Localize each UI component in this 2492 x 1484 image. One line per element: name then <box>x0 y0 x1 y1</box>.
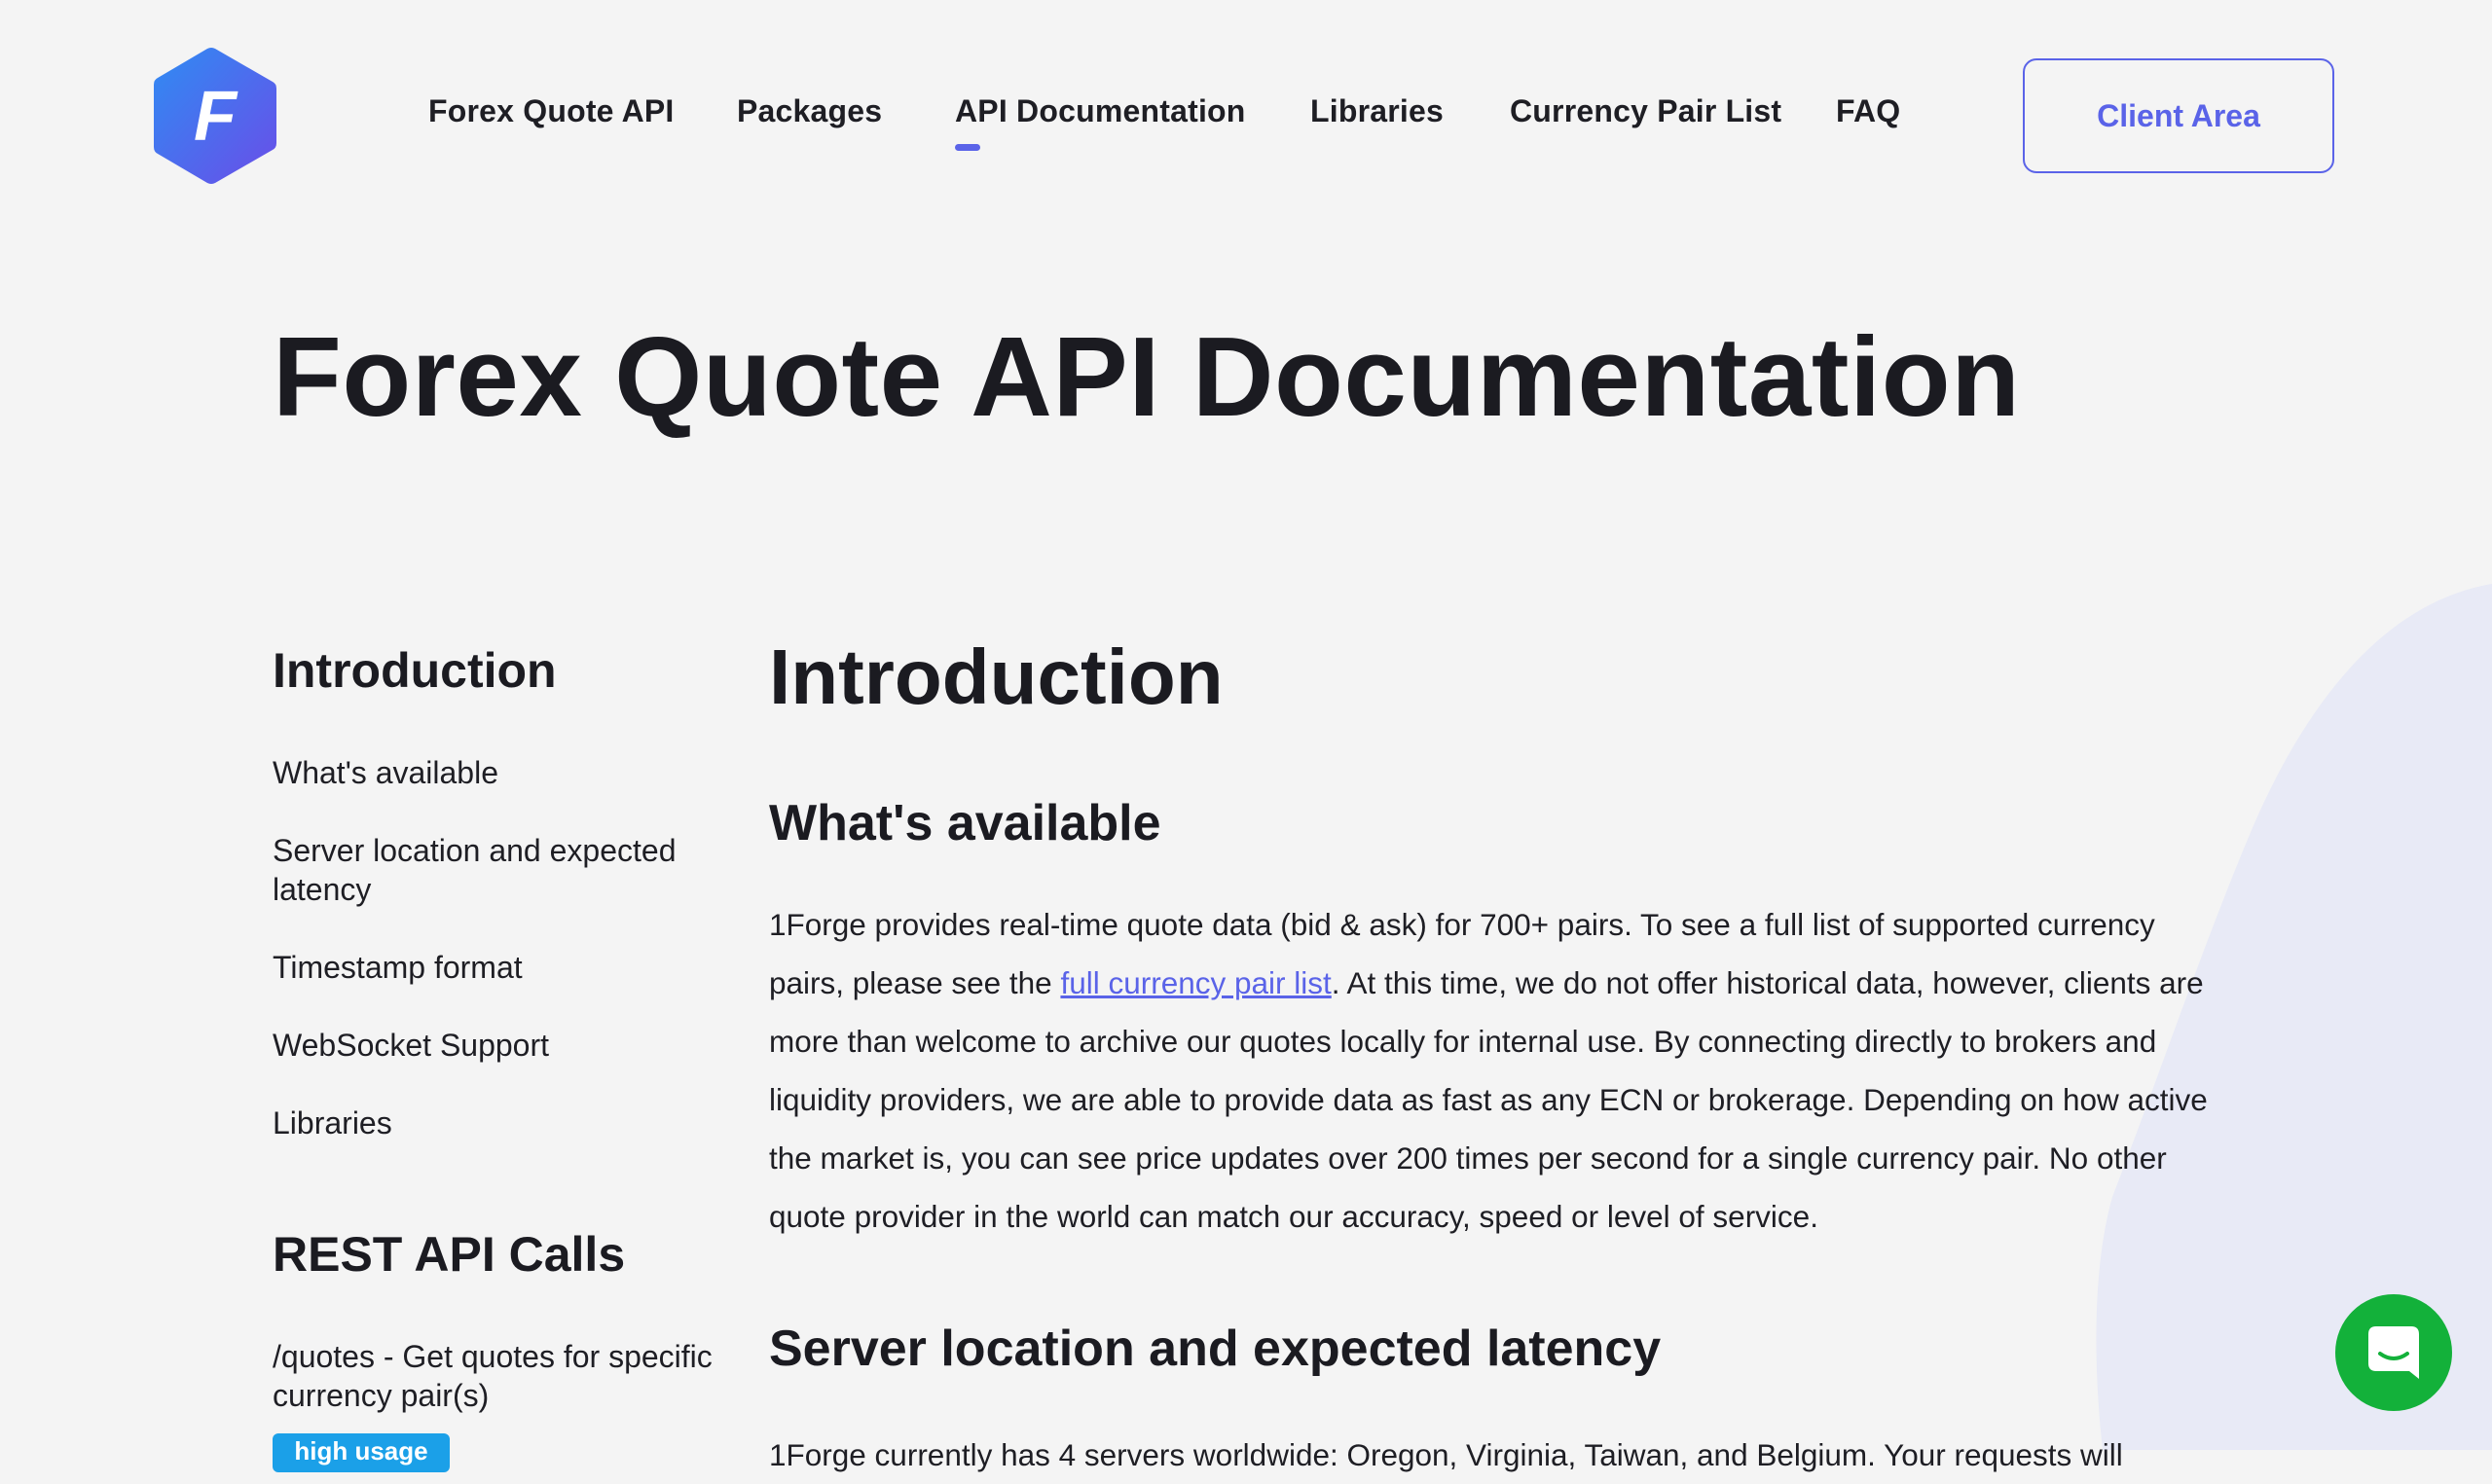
sidebar-link-whats-available[interactable]: What's available <box>273 753 720 792</box>
nav-api-documentation-label: API Documentation <box>955 93 1246 128</box>
active-nav-indicator <box>955 144 980 151</box>
full-currency-pair-list-link[interactable]: full currency pair list <box>1060 965 1331 1000</box>
nav-api-documentation[interactable]: API Documentation <box>955 93 1246 151</box>
server-location-paragraph: 1Forge currently has 4 servers worldwide… <box>769 1437 2123 1472</box>
nav-currency-pair-list[interactable]: Currency Pair List <box>1510 93 1781 129</box>
sidebar-link-websocket-support[interactable]: WebSocket Support <box>273 1026 720 1065</box>
high-usage-badge: high usage <box>273 1433 450 1472</box>
whats-available-paragraph: 1Forge provides real-time quote data (bi… <box>769 895 2229 1246</box>
nav-forex-quote-api[interactable]: Forex Quote API <box>428 93 675 129</box>
nav-faq[interactable]: FAQ <box>1836 93 1900 129</box>
nav-packages[interactable]: Packages <box>737 93 882 129</box>
nav-libraries[interactable]: Libraries <box>1310 93 1444 129</box>
section-title-introduction: Introduction <box>769 633 1224 720</box>
sidebar-link-server-location[interactable]: Server location and expected latency <box>273 831 720 909</box>
subsection-title-server-location: Server location and expected latency <box>769 1321 1662 1377</box>
logo-letter: F <box>194 78 238 156</box>
sidebar-link-timestamp-format[interactable]: Timestamp format <box>273 948 720 987</box>
sidebar-heading-rest-api-calls: REST API Calls <box>273 1227 626 1282</box>
sidebar-heading-introduction: Introduction <box>273 643 557 698</box>
brand-logo[interactable]: F <box>154 47 276 185</box>
sidebar-link-libraries[interactable]: Libraries <box>273 1104 720 1142</box>
client-area-button[interactable]: Client Area <box>2023 58 2334 173</box>
chat-icon <box>2368 1326 2419 1379</box>
subsection-title-whats-available: What's available <box>769 795 1161 851</box>
page-title: Forex Quote API Documentation <box>273 313 2021 440</box>
sidebar-link-quotes[interactable]: /quotes - Get quotes for specific curren… <box>273 1337 720 1415</box>
paragraph-text-end: . At this time, we do not offer historic… <box>769 965 2208 1234</box>
chat-launcher-button[interactable] <box>2335 1294 2452 1411</box>
